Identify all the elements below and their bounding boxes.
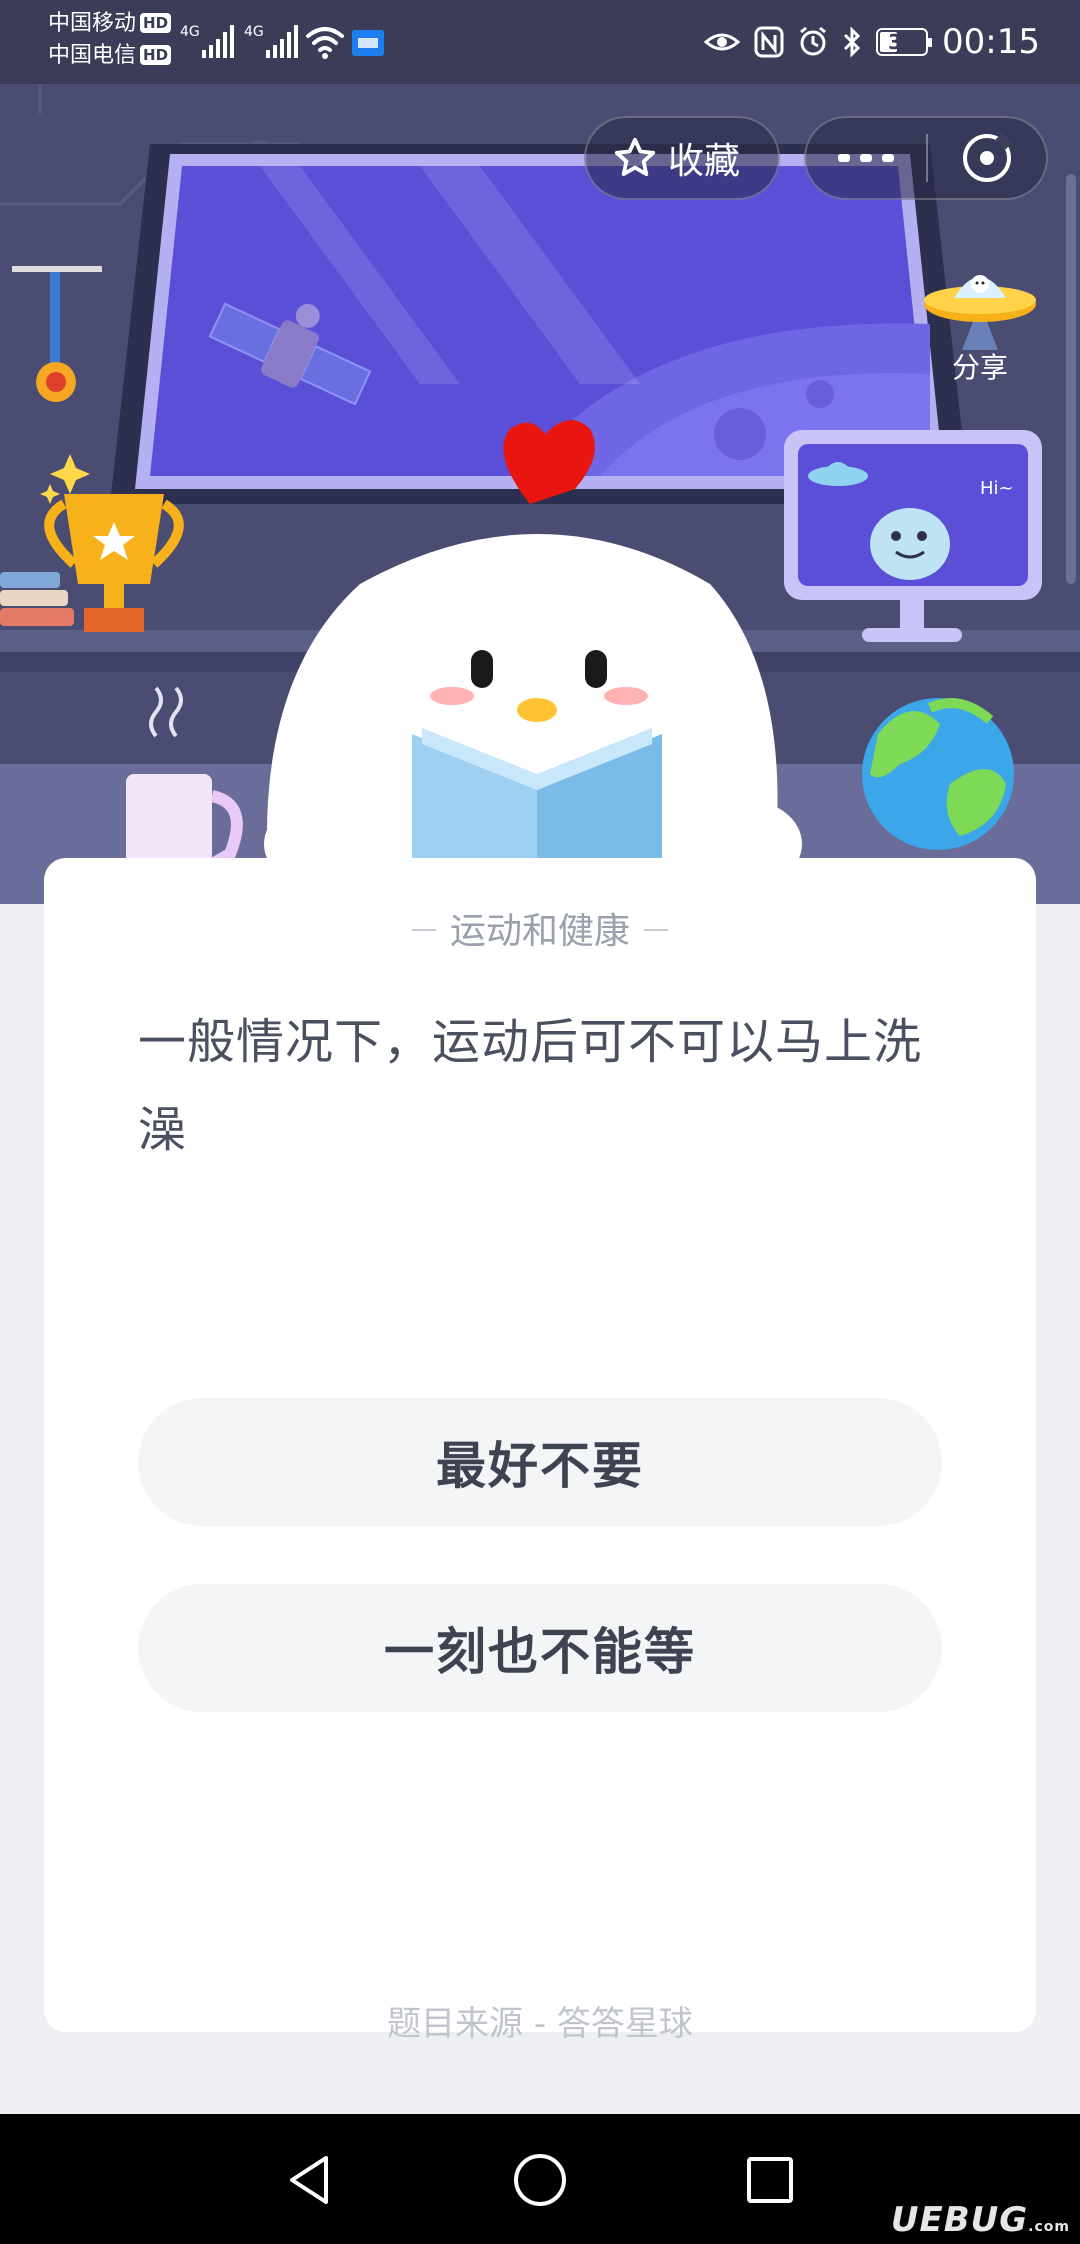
question-card: 运动和健康 一般情况下，运动后可不可以马上洗澡 最好不要 一刻也不能等 题目来源… [44,858,1036,2044]
favorite-label: 收藏 [668,141,741,182]
globe-icon [862,698,1014,850]
alarm-icon [800,26,826,56]
signal-icons: 4G 4G [180,24,384,59]
hd-badge: HD [140,45,172,65]
answer-option-2[interactable]: 一刻也不能等 [138,1584,942,1712]
divider [411,929,436,931]
divider [644,929,668,931]
mini-program-capsule [804,116,1048,200]
ufo-share-icon [924,275,1036,350]
favorite-button[interactable]: 收藏 [584,116,780,200]
wifi-icon [306,27,344,52]
home-circle-icon[interactable] [510,2150,570,2210]
carrier-telecom: 中国电信 HD [48,42,172,70]
bluetooth-icon [843,26,861,58]
recents-square-icon[interactable] [740,2150,800,2210]
watermark-text: UEBUG [890,2200,1029,2240]
star-icon [614,137,656,177]
navigation-bar: UEBUG.com [0,2114,1080,2244]
answer-option-1-label: 最好不要 [436,1437,644,1495]
monitor-hi-text: Hi~ [980,478,1014,499]
network-type-2: 4G [244,24,264,40]
exit-icon [963,132,1013,182]
signal-strength-2-icon [266,25,298,58]
medal-icon [12,266,102,402]
carrier-mobile-label: 中国移动 [48,11,137,36]
category-label: 运动和健康 [449,911,630,952]
eye-comfort-icon [704,33,741,51]
share-label: 分享 [951,351,1008,384]
category-heading: 运动和健康 [44,902,1036,954]
books-icon [0,572,74,626]
clock: 00:15 [942,22,1040,62]
answer-option-1[interactable]: 最好不要 [138,1398,942,1526]
battery-icon: 39 [876,28,933,56]
status-bar: 中国移动 HD 中国电信 HD 4G 4G 39 00:15 [0,0,1080,84]
scrollbar[interactable] [1066,174,1076,584]
more-dots-icon [838,154,894,162]
question-text: 一般情况下，运动后可不可以马上洗澡 [138,1014,923,1158]
hero-illustration: Hi~ [0,84,1080,904]
exit-button[interactable] [928,130,1046,186]
carrier-telecom-label: 中国电信 [48,43,137,68]
question-source: 题目来源 - 答答星球 [387,2004,693,2044]
back-triangle-icon[interactable] [280,2150,340,2210]
watermark: UEBUG.com [891,2200,1070,2240]
watermark-suffix: .com [1028,2219,1070,2235]
nfc-icon [754,26,784,58]
room-scene: Hi~ [0,84,1080,904]
more-button[interactable] [806,151,926,165]
answer-option-2-label: 一刻也不能等 [384,1623,696,1681]
battery-level: 39 [888,30,916,54]
share-button[interactable]: 分享 [920,254,1040,386]
carrier-mobile: 中国移动 HD [48,10,172,38]
hd-badge: HD [140,13,172,33]
monitor-icon: Hi~ [784,430,1042,642]
signal-strength-1-icon [202,25,234,58]
status-right-group: 39 00:15 [704,18,1040,66]
network-type-1: 4G [180,24,200,40]
